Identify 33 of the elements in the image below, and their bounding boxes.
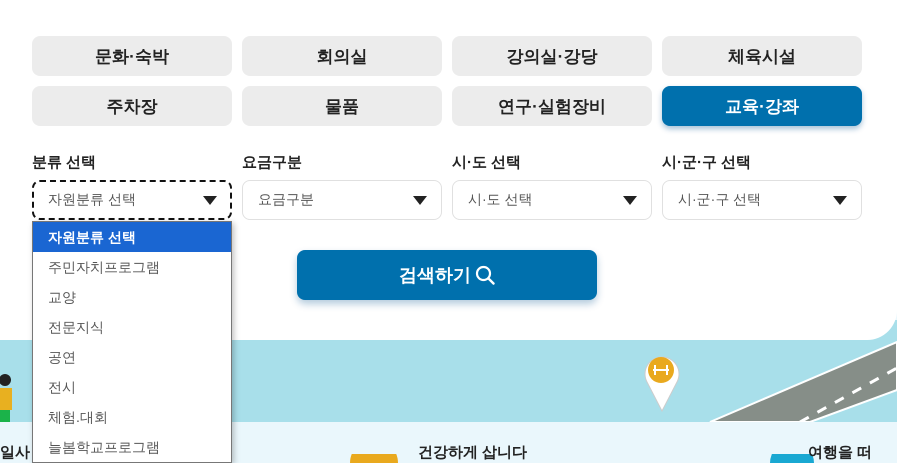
filter-label: 시·도 선택 [452,153,522,173]
category-tab[interactable]: 연구·실험장비 [452,86,652,126]
category-tab[interactable]: 주차장 [32,86,232,126]
search-button[interactable]: 검색하기 [297,250,597,300]
caret-icon [203,196,217,204]
caret-icon [413,196,427,204]
category-tab[interactable]: 회의실 [242,36,442,76]
caret-icon [623,196,637,204]
dropdown-option[interactable]: 전시 [33,372,231,402]
category-tab[interactable]: 물품 [242,86,442,126]
dropdown-option[interactable]: 주민자치프로그램 [33,252,231,282]
search-icon [475,265,495,285]
dropdown-option[interactable]: 전문지식 [33,312,231,342]
dropdown-option[interactable]: 자원분류 선택 [33,222,231,252]
select-field[interactable]: 시·군·구 선택 [662,180,862,220]
select-field[interactable]: 시·도 선택 [452,180,652,220]
card-title: 여행을 떠 [808,444,872,462]
category-tab[interactable]: 교육·강좌 [662,86,862,126]
caret-icon [833,196,847,204]
dropdown-option[interactable]: 늘봄학교프로그램 [33,432,231,462]
select-field[interactable]: 자원분류 선택 [32,180,232,220]
dropdown-option[interactable]: 공연 [33,342,231,372]
filter-label: 시·군·구 선택 [662,153,752,173]
category-tab[interactable]: 강의실·강당 [452,36,652,76]
dropdown-option[interactable]: 체험.대회 [33,402,231,432]
filter-label: 요금구분 [242,153,303,173]
card-title: 일사 [0,444,30,462]
select-field[interactable]: 요금구분 [242,180,442,220]
dropdown-option[interactable]: 교양 [33,282,231,312]
card-title: 건강하게 삽니다 [418,444,528,462]
filter-label: 분류 선택 [32,153,98,173]
category-tab[interactable]: 체육시설 [662,36,862,76]
category-tab[interactable]: 문화·숙박 [32,36,232,76]
